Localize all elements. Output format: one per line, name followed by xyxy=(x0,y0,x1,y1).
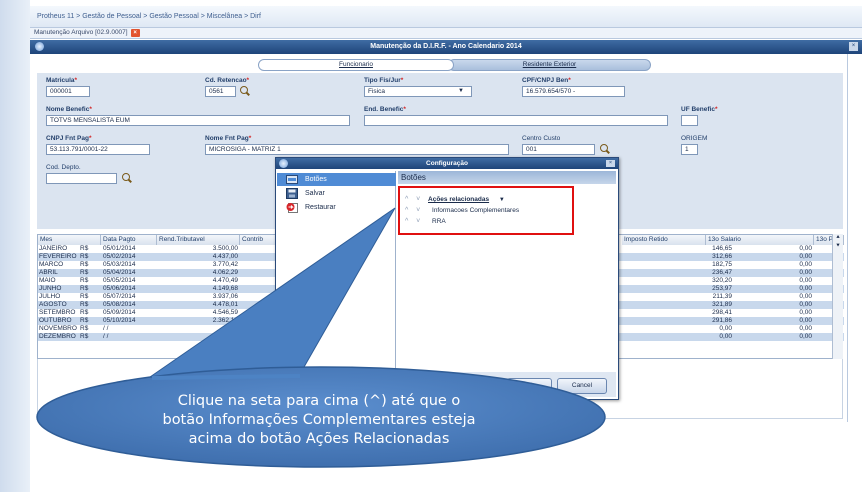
callout-line-1: Clique na seta para cima (^) até que o xyxy=(177,393,461,409)
callout-line-2: botão Informações Complementares esteja xyxy=(162,412,476,428)
callout-text: Clique na seta para cima (^) até que o b… xyxy=(80,392,558,449)
callout-line-3: acima do botão Ações Relacionadas xyxy=(188,431,450,447)
